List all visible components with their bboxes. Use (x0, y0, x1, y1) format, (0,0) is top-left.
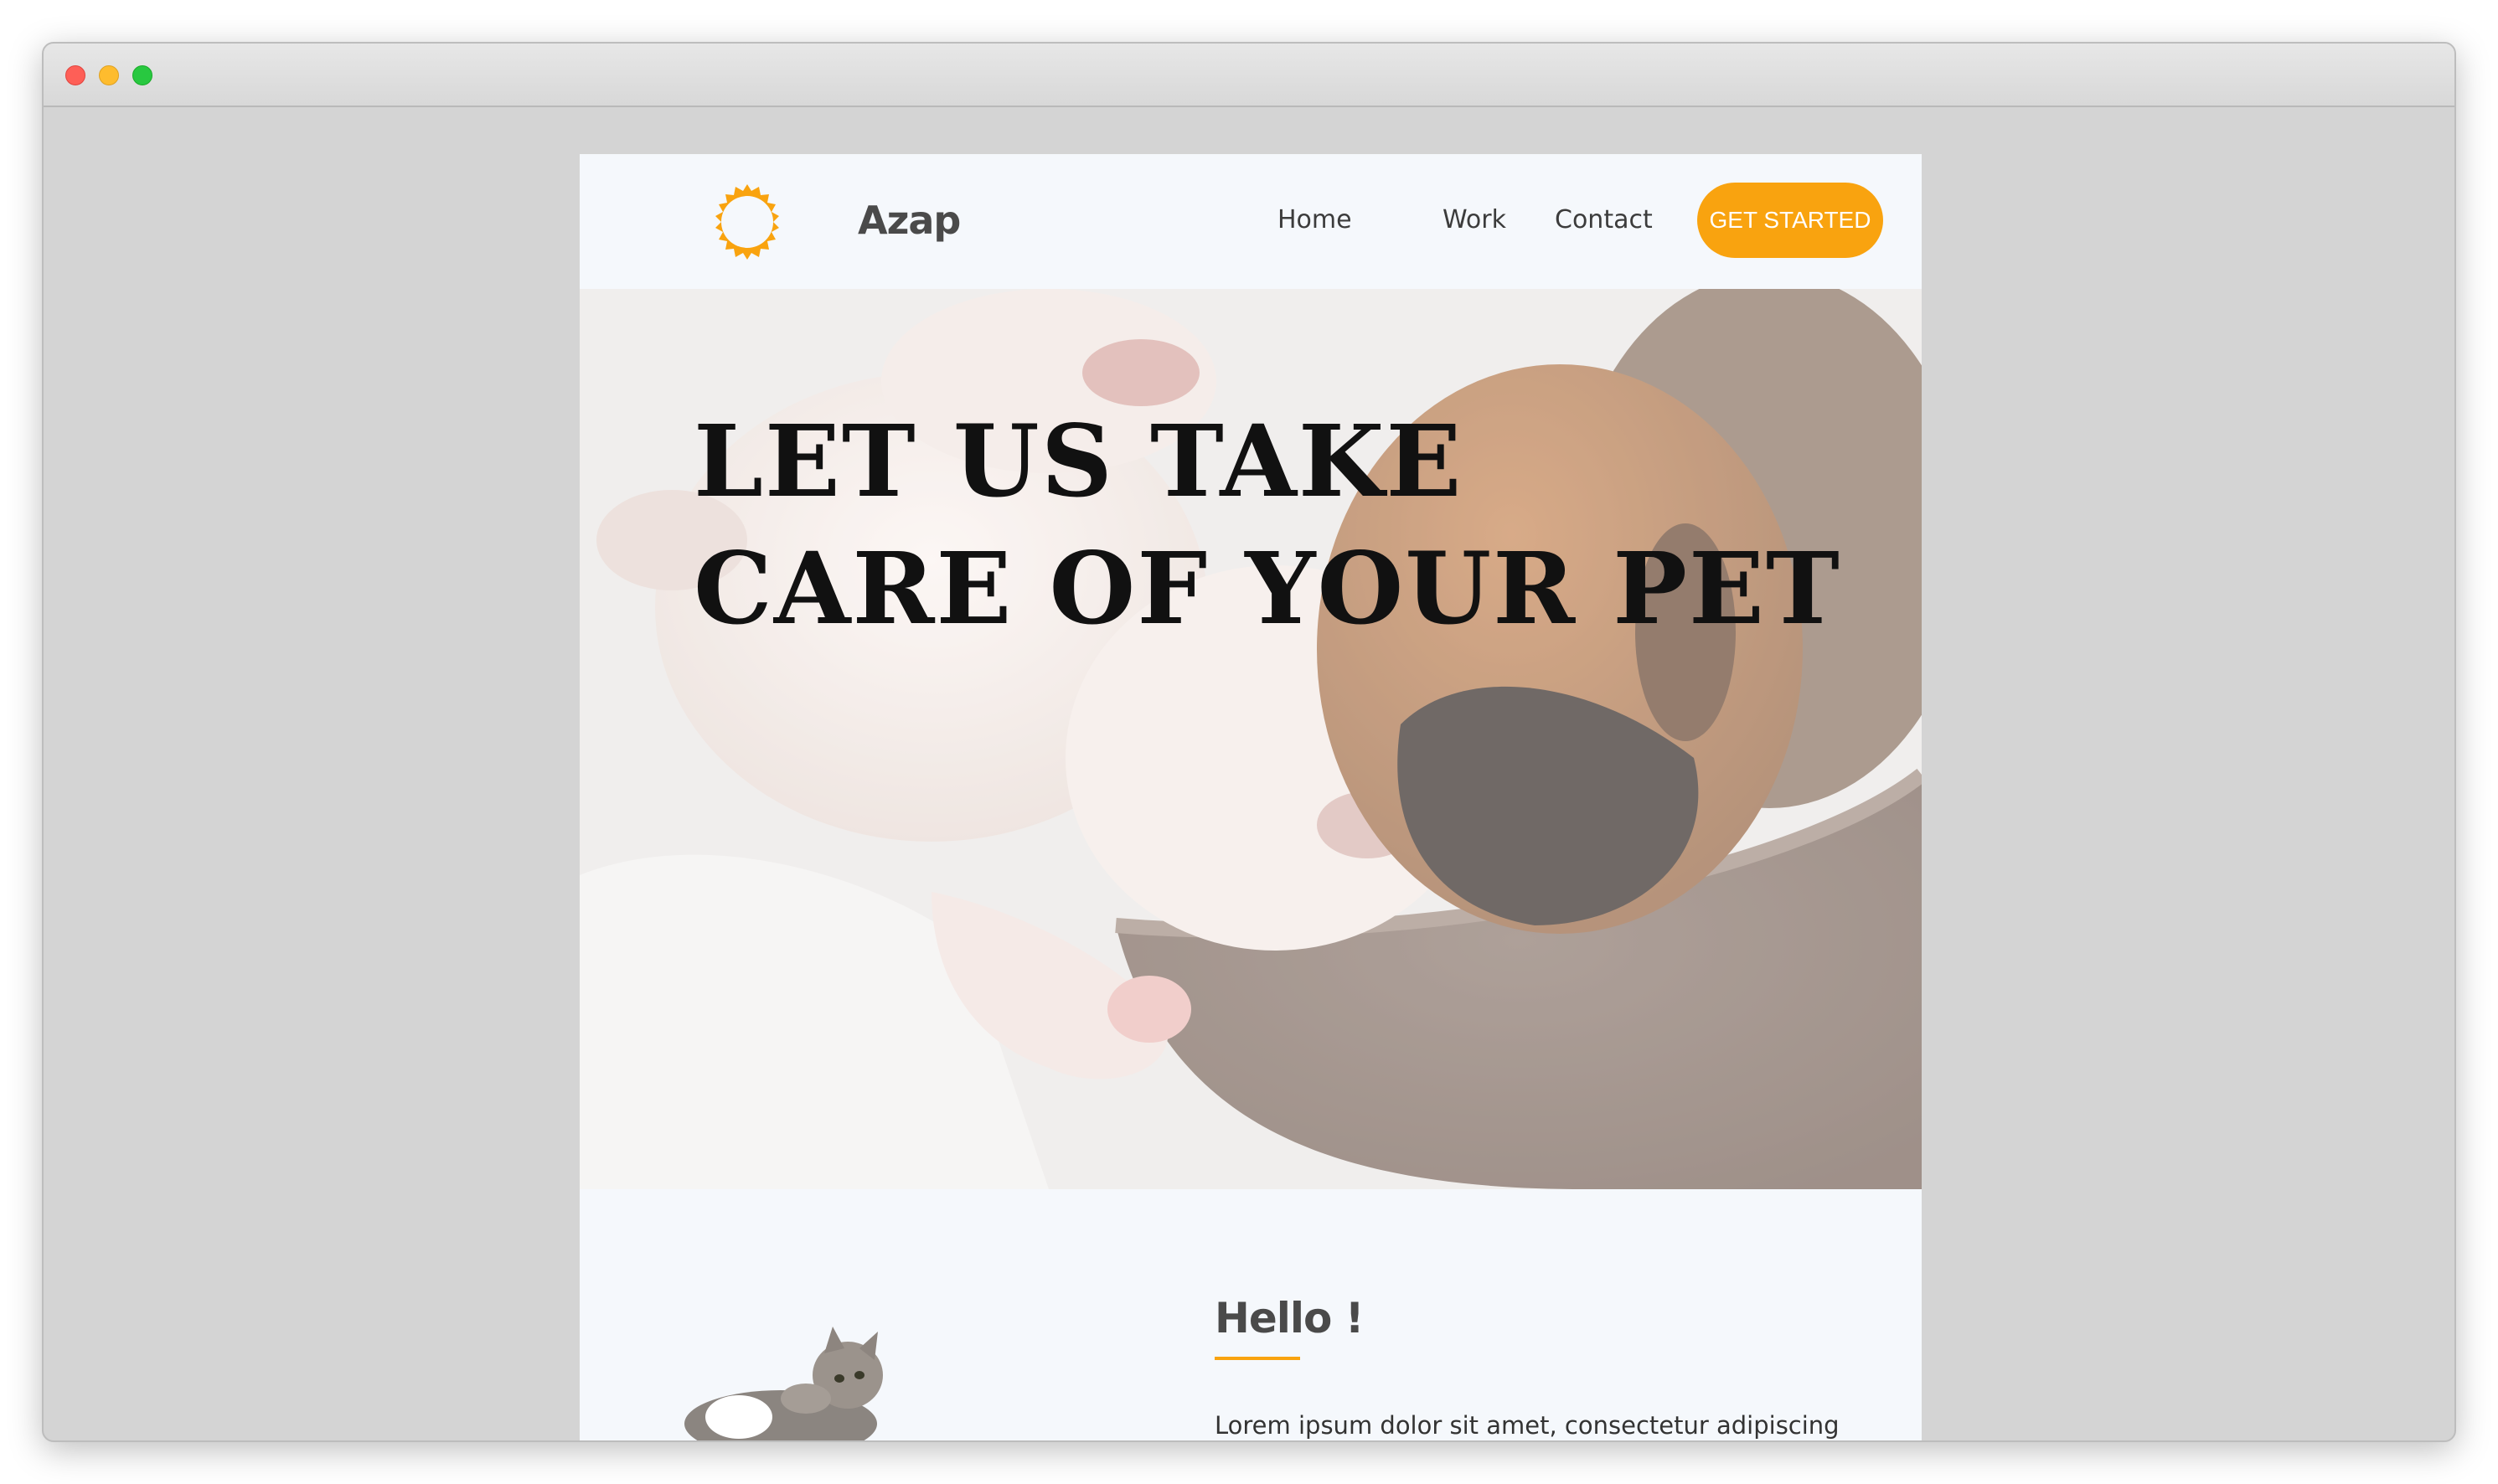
about-section: Hello ! Lorem ipsum dolor sit amet, cons… (580, 1189, 1922, 1440)
web-page: Azap Home Work Contact GET STARTED LET U… (580, 154, 1922, 1440)
about-paragraph: Lorem ipsum dolor sit amet, consectetur … (1215, 1411, 1840, 1440)
minimize-window-button[interactable] (99, 65, 119, 85)
brand-name[interactable]: Azap (858, 191, 961, 250)
get-started-button[interactable]: GET STARTED (1697, 183, 1883, 258)
navbar: Azap Home Work Contact GET STARTED (580, 154, 1922, 289)
close-window-button[interactable] (65, 65, 85, 85)
browser-window: Azap Home Work Contact GET STARTED LET U… (42, 42, 2456, 1442)
nav-link-contact[interactable]: Contact (1555, 199, 1653, 241)
hero-heading: LET US TAKE CARE OF YOUR PET (694, 398, 1866, 652)
hero-heading-line1: LET US TAKE (694, 403, 1463, 519)
kitten-image (684, 1327, 883, 1440)
nav-link-work[interactable]: Work (1443, 199, 1506, 241)
about-heading: Hello ! (1215, 1294, 1365, 1342)
sun-ring-icon[interactable] (709, 183, 786, 260)
window-titlebar (44, 44, 2454, 107)
hero-heading-line2: CARE OF YOUR PET (694, 530, 1841, 647)
heading-underline (1215, 1357, 1300, 1360)
maximize-window-button[interactable] (132, 65, 152, 85)
nav-link-home[interactable]: Home (1277, 199, 1352, 241)
hero-section: LET US TAKE CARE OF YOUR PET (580, 289, 1922, 1189)
